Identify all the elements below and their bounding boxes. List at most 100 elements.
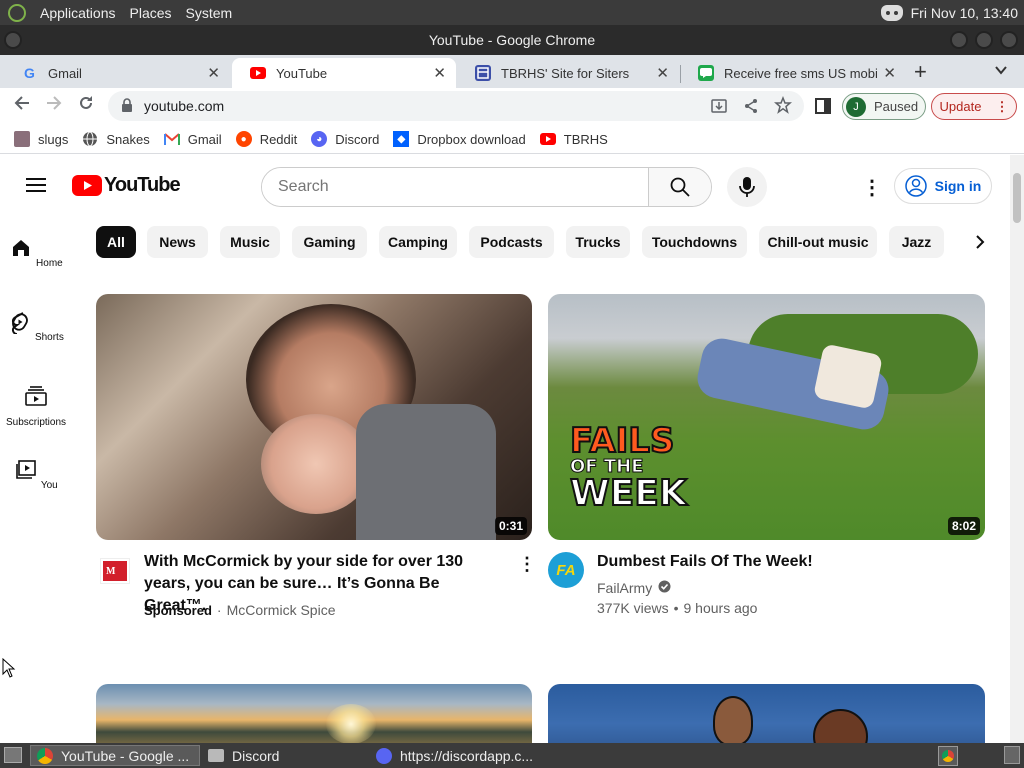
show-desktop-icon[interactable]	[4, 747, 22, 763]
kebab-menu-icon: ⋮	[995, 98, 1009, 114]
chip-jazz[interactable]: Jazz	[889, 226, 944, 258]
window-menu-icon[interactable]	[4, 31, 22, 49]
youtube-logo-icon	[72, 175, 102, 196]
search-input[interactable]	[262, 168, 648, 206]
settings-kebab-icon[interactable]: ⋮	[862, 175, 882, 200]
window-title: YouTube - Google Chrome	[428, 32, 596, 48]
bookmark-reddit[interactable]: ● Reddit	[235, 131, 297, 147]
tab-receive-sms[interactable]: Receive free sms US mobile ✕	[680, 58, 906, 88]
channel-avatar[interactable]: FA	[548, 552, 584, 588]
share-icon[interactable]	[742, 97, 760, 118]
chrome-icon	[942, 750, 954, 762]
guide-item-you[interactable]: You	[0, 458, 72, 491]
minimize-icon[interactable]	[950, 31, 968, 49]
bookmark-discord[interactable]: ◕ Discord	[311, 131, 379, 147]
close-tab-icon[interactable]: ✕	[883, 64, 896, 82]
tab-tbrhs-site[interactable]: TBRHS' Site for Siters ✕	[457, 58, 679, 88]
tab-search-chevron-icon[interactable]	[994, 63, 1008, 82]
bookmark-star-icon[interactable]	[774, 95, 792, 117]
video-thumbnail[interactable]: FAILS OF THE WEEK 8:02	[548, 294, 985, 540]
site-info-icon[interactable]	[120, 97, 134, 116]
side-panel-icon[interactable]	[815, 98, 831, 119]
video-title[interactable]: Dumbest Fails Of The Week!	[597, 551, 957, 573]
page-scrollbar[interactable]	[1010, 155, 1024, 743]
maximize-icon[interactable]	[975, 31, 993, 49]
tab-gmail[interactable]: G Gmail ✕	[4, 58, 230, 88]
bookmark-tbrhs[interactable]: TBRHS	[539, 131, 608, 147]
system-menu[interactable]: System	[186, 5, 233, 21]
close-window-icon[interactable]	[1000, 31, 1018, 49]
channel-name[interactable]: McCormick Spice	[227, 602, 336, 618]
hamburger-menu-icon[interactable]	[26, 177, 46, 198]
places-menu[interactable]: Places	[130, 5, 172, 21]
window-titlebar[interactable]: YouTube - Google Chrome	[0, 25, 1024, 55]
youtube-icon	[250, 65, 266, 81]
account-icon	[904, 175, 927, 197]
youtube-logo[interactable]: YouTube	[72, 174, 181, 197]
bookmarks-bar: slugs Snakes Gmail ● Reddit ◕ Discord ◆ …	[0, 125, 1024, 154]
forward-icon[interactable]	[42, 94, 66, 118]
guide-item-home[interactable]: Home	[0, 236, 72, 269]
svg-text:G: G	[24, 65, 35, 81]
mccormick-logo-icon[interactable]: M	[100, 558, 130, 584]
distro-logo-icon[interactable]	[8, 3, 26, 22]
bookmark-gmail[interactable]: Gmail	[163, 131, 222, 147]
bookmark-dropbox[interactable]: ◆ Dropbox download	[393, 131, 526, 147]
taskbar-discord-web[interactable]: https://discordapp.c...	[370, 745, 550, 766]
mouse-cursor-icon	[2, 658, 16, 678]
url-text: youtube.com	[144, 98, 225, 114]
workspace-switcher[interactable]	[938, 746, 958, 766]
sms-icon	[698, 65, 714, 81]
sign-in-button[interactable]: Sign in	[894, 168, 992, 204]
you-icon	[16, 460, 37, 479]
close-tab-icon[interactable]: ✕	[433, 64, 446, 82]
guide-item-subscriptions[interactable]: Subscriptions	[0, 384, 72, 428]
channel-name[interactable]: FailArmy	[597, 580, 652, 596]
chevron-right-icon[interactable]	[974, 234, 986, 255]
close-tab-icon[interactable]: ✕	[656, 64, 669, 82]
voice-search-button[interactable]	[727, 167, 767, 207]
chip-all[interactable]: All	[96, 226, 136, 258]
install-app-icon[interactable]	[710, 97, 728, 118]
discord-tray-icon[interactable]	[880, 4, 903, 21]
close-tab-icon[interactable]: ✕	[207, 64, 220, 82]
globe-icon	[82, 131, 98, 147]
chip-music[interactable]: Music	[220, 226, 280, 258]
back-icon[interactable]	[10, 94, 34, 118]
chip-trucks[interactable]: Trucks	[566, 226, 630, 258]
duration-badge: 8:02	[947, 517, 980, 535]
clock[interactable]: Fri Nov 10, 13:40	[911, 5, 1018, 21]
chip-camping[interactable]: Camping	[379, 226, 457, 258]
search-button[interactable]	[648, 168, 711, 206]
tab-youtube[interactable]: YouTube ✕	[232, 58, 456, 88]
chip-news[interactable]: News	[147, 226, 208, 258]
address-bar[interactable]: youtube.com	[108, 91, 804, 121]
site-icon	[475, 65, 491, 81]
reload-icon[interactable]	[74, 94, 98, 118]
verified-check-icon	[658, 580, 671, 596]
chip-gaming[interactable]: Gaming	[292, 226, 367, 258]
slug-icon	[14, 131, 30, 147]
chip-chill-out-music[interactable]: Chill-out music	[759, 226, 877, 258]
taskbar-chrome[interactable]: YouTube - Google ...	[30, 745, 200, 766]
trash-icon[interactable]	[1004, 746, 1020, 764]
bookmark-snakes[interactable]: Snakes	[82, 131, 150, 147]
guide-item-shorts[interactable]: Shorts	[0, 310, 72, 343]
video-menu-kebab-icon[interactable]: ⋮	[518, 554, 536, 575]
discord-icon: ◕	[311, 131, 328, 147]
update-button[interactable]: Update ⋮	[931, 93, 1017, 120]
profile-paused-button[interactable]: J Paused	[842, 93, 926, 120]
video-meta: Sponsored · McCormick Spice	[144, 602, 336, 618]
bookmark-slugs[interactable]: slugs	[14, 131, 68, 147]
taskbar-discord-folder[interactable]: Discord	[202, 745, 368, 766]
chip-touchdowns[interactable]: Touchdowns	[642, 226, 747, 258]
new-tab-icon[interactable]: +	[914, 59, 927, 85]
applications-menu[interactable]: Applications	[40, 5, 116, 21]
video-thumbnail[interactable]: 0:31	[96, 294, 532, 540]
sponsored-label: Sponsored	[144, 602, 212, 618]
scrollbar-thumb[interactable]	[1013, 173, 1021, 223]
chip-podcasts[interactable]: Podcasts	[469, 226, 554, 258]
filter-chips: All News Music Gaming Camping Podcasts T…	[96, 226, 996, 258]
search-icon	[670, 177, 690, 197]
dropbox-icon: ◆	[393, 131, 410, 147]
